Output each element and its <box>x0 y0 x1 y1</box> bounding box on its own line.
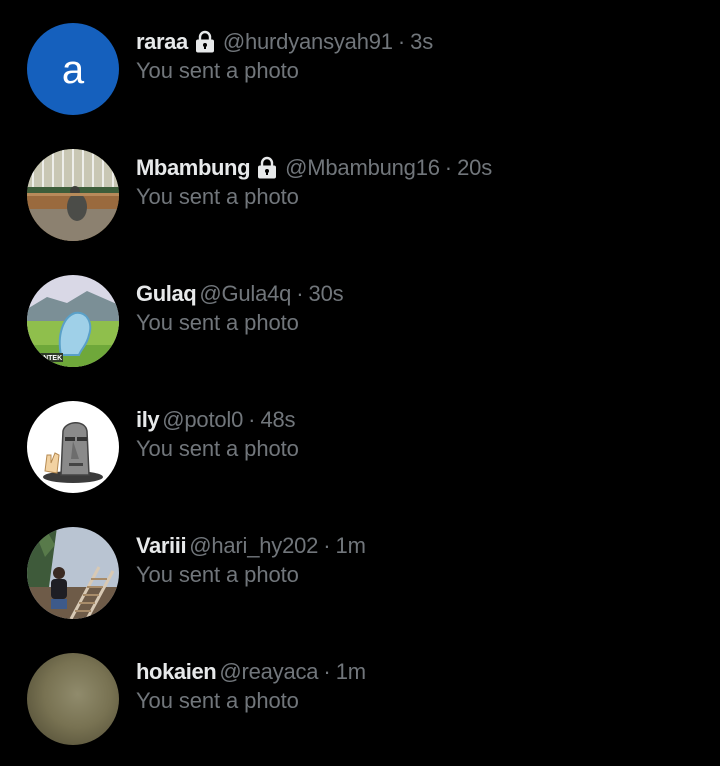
separator-dot: · <box>323 659 331 684</box>
separator-dot: · <box>296 281 304 306</box>
conversation-list: a raraa @hurdyansyah91 · 3s You sent a p… <box>0 0 720 766</box>
user-handle: @hari_hy202 <box>189 533 319 558</box>
message-preview: You sent a photo <box>136 58 299 83</box>
conversation-item[interactable]: PANTEK Gulaq @Gula4q · 30s You sent a ph… <box>0 252 720 378</box>
display-name: Variii <box>136 533 187 558</box>
conversation-item[interactable]: hokaien @reayaca · 1m You sent a photo <box>0 630 720 756</box>
avatar-letter: a <box>62 48 85 92</box>
user-handle: @Mbambung16 <box>285 155 440 180</box>
conversation-item[interactable]: Variii @hari_hy202 · 1m You sent a photo <box>0 504 720 630</box>
display-name: hokaien <box>136 659 217 684</box>
timestamp: 48s <box>260 407 296 432</box>
avatar[interactable]: a <box>27 23 119 115</box>
display-name: Mbambung <box>136 155 251 180</box>
display-name: raraa <box>136 29 188 54</box>
avatar[interactable] <box>27 653 119 745</box>
lock-icon <box>192 29 218 55</box>
timestamp: 3s <box>410 29 433 54</box>
lock-icon <box>254 155 280 181</box>
timestamp: 20s <box>457 155 492 180</box>
message-preview: You sent a photo <box>136 310 299 335</box>
separator-dot: · <box>323 533 331 558</box>
timestamp: 1m <box>335 659 366 684</box>
message-preview: You sent a photo <box>136 436 299 461</box>
user-handle: @Gula4q <box>199 281 292 306</box>
timestamp: 30s <box>308 281 344 306</box>
timestamp: 1m <box>335 533 366 558</box>
user-handle: @potol0 <box>162 407 244 432</box>
message-preview: You sent a photo <box>136 688 299 713</box>
display-name: ily <box>136 407 160 432</box>
user-handle: @reayaca <box>219 659 319 684</box>
separator-dot: · <box>444 155 453 180</box>
avatar-caption: PANTEK <box>34 355 62 362</box>
separator-dot: · <box>397 29 406 54</box>
avatar[interactable] <box>27 149 119 241</box>
display-name: Gulaq <box>136 281 197 306</box>
message-preview: You sent a photo <box>136 184 299 209</box>
conversation-item[interactable]: ily @potol0 · 48s You sent a photo <box>0 378 720 504</box>
user-handle: @hurdyansyah91 <box>222 29 393 54</box>
separator-dot: · <box>248 407 256 432</box>
conversation-item[interactable]: Mbambung @Mbambung16 · 20s You sent a ph… <box>0 126 720 252</box>
message-preview: You sent a photo <box>136 562 299 587</box>
avatar[interactable]: PANTEK <box>27 275 119 367</box>
avatar[interactable] <box>27 401 119 493</box>
conversation-item[interactable]: a raraa @hurdyansyah91 · 3s You sent a p… <box>0 0 720 126</box>
avatar[interactable] <box>27 527 119 619</box>
